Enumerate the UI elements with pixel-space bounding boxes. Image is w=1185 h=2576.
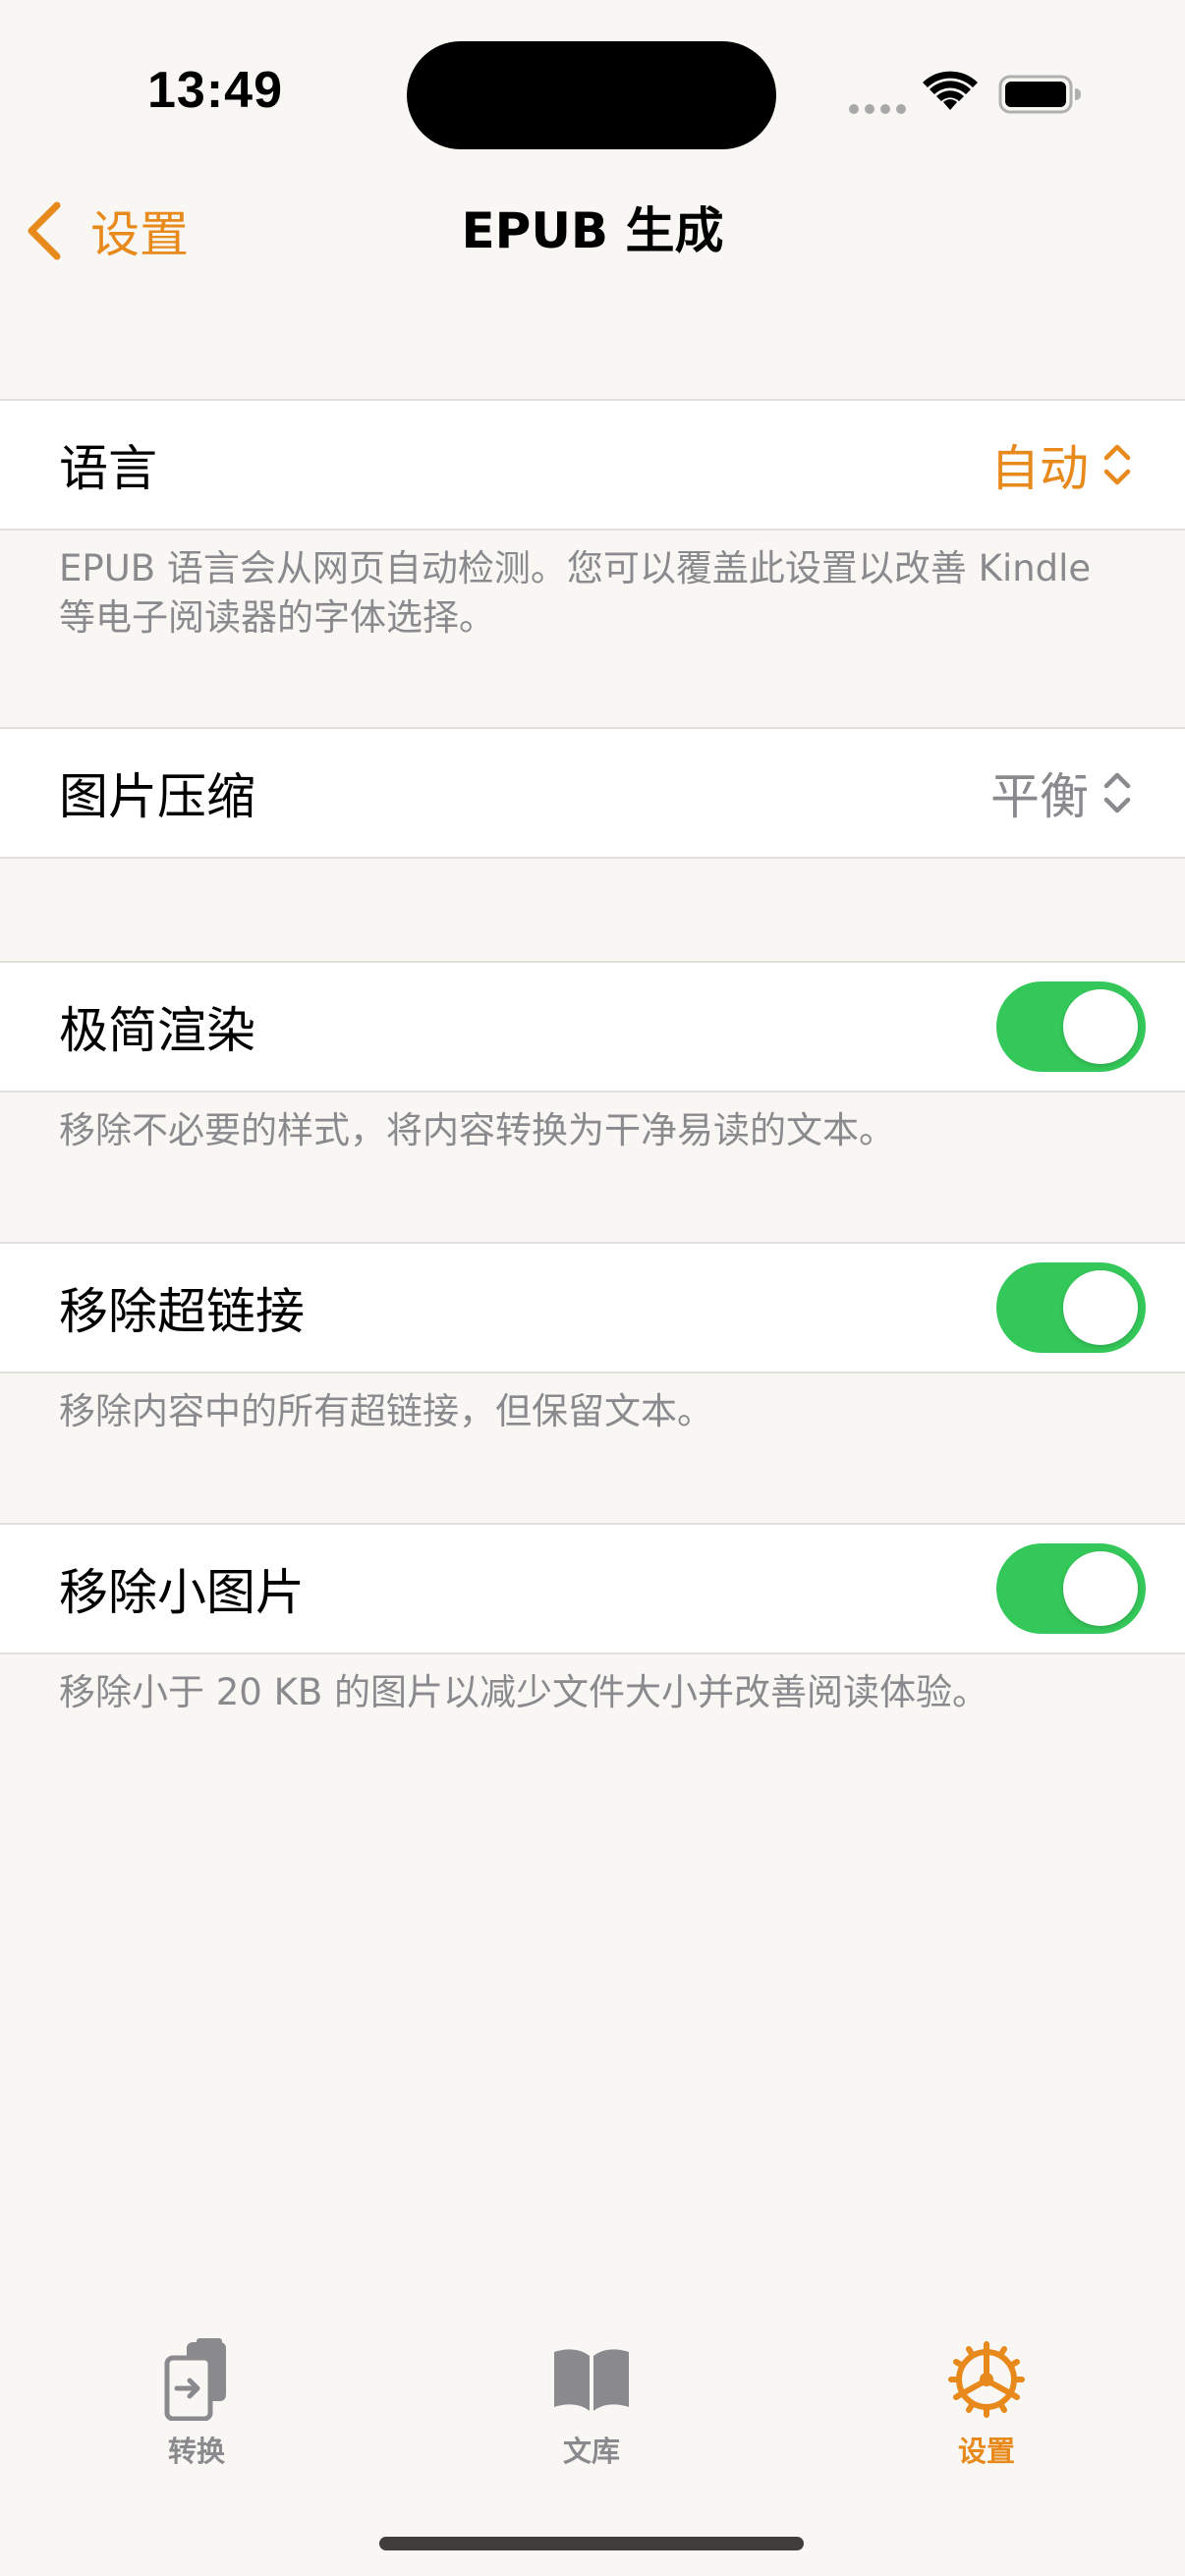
- minimal-render-toggle[interactable]: [996, 981, 1146, 1072]
- minimal-render-group: 极简渲染: [0, 961, 1185, 1092]
- language-row: 语言 自动: [0, 401, 1185, 529]
- remove-small-images-toggle[interactable]: [996, 1543, 1146, 1634]
- remove-small-images-footnote: 移除小于 20 KB 的图片以减少文件大小并改善阅读体验。: [59, 1671, 989, 1713]
- image-compression-value: 平衡: [990, 768, 1089, 825]
- gear-icon: [948, 2341, 1025, 2418]
- convert-icon: [164, 2338, 226, 2421]
- chevron-up-down-icon: [1103, 444, 1131, 485]
- tab-convert-label: 转换: [167, 2435, 225, 2468]
- tab-settings[interactable]: 设置: [869, 2338, 1104, 2476]
- image-compression-label: 图片压缩: [59, 768, 255, 825]
- book-icon: [554, 2349, 629, 2411]
- remove-links-label: 移除超链接: [59, 1283, 305, 1340]
- battery-icon: [998, 75, 1081, 114]
- toggle-knob: [1063, 989, 1138, 1064]
- remove-small-images-label: 移除小图片: [59, 1564, 305, 1621]
- language-value: 自动: [990, 440, 1089, 497]
- image-compression-row: 图片压缩 平衡: [0, 729, 1185, 857]
- cellular-signal-icon: [849, 104, 906, 114]
- remove-links-row: 移除超链接: [0, 1244, 1185, 1372]
- tab-library-label: 文库: [562, 2435, 620, 2468]
- dynamic-island: [407, 41, 776, 149]
- home-indicator[interactable]: [379, 2537, 804, 2550]
- remove-links-group: 移除超链接: [0, 1242, 1185, 1373]
- chevron-up-down-icon: [1103, 772, 1131, 813]
- image-compression-picker[interactable]: 平衡: [990, 757, 1146, 828]
- status-time: 13:49: [147, 62, 283, 119]
- tab-convert[interactable]: 转换: [79, 2338, 314, 2476]
- minimal-render-row: 极简渲染: [0, 963, 1185, 1091]
- minimal-render-label: 极简渲染: [59, 1002, 255, 1059]
- toggle-knob: [1063, 1551, 1138, 1626]
- minimal-render-footnote: 移除不必要的样式，将内容转换为干净易读的文本。: [59, 1109, 895, 1151]
- wifi-icon: [923, 71, 978, 110]
- language-picker[interactable]: 自动: [990, 429, 1146, 500]
- language-footnote: EPUB 语言会从网页自动检测。您可以覆盖此设置以改善 Kindle 等电子阅读…: [59, 547, 1092, 639]
- toggle-knob: [1063, 1270, 1138, 1345]
- page-title: EPUB 生成: [461, 202, 724, 259]
- tab-settings-label: 设置: [957, 2435, 1015, 2468]
- remove-small-images-row: 移除小图片: [0, 1525, 1185, 1652]
- image-compression-group: 图片压缩 平衡: [0, 727, 1185, 859]
- tab-library[interactable]: 文库: [474, 2338, 709, 2476]
- remove-links-footnote: 移除内容中的所有超链接，但保留文本。: [59, 1390, 713, 1432]
- language-group: 语言 自动: [0, 399, 1185, 531]
- remove-small-images-group: 移除小图片: [0, 1523, 1185, 1654]
- language-label: 语言: [59, 440, 157, 497]
- remove-links-toggle[interactable]: [996, 1262, 1146, 1353]
